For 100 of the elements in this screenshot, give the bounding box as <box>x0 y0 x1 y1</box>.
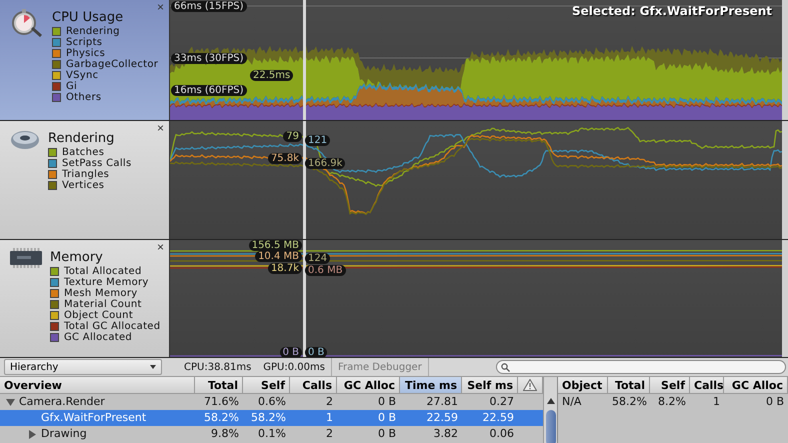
column-header[interactable]: Total <box>195 377 243 394</box>
function-name: Camera.Render <box>19 394 105 410</box>
scrollbar-thumb[interactable] <box>546 410 556 443</box>
table-cell-text: 0 B <box>376 394 397 410</box>
column-header[interactable]: Total <box>608 377 650 394</box>
legend-label: Vertices <box>62 180 104 191</box>
legend-swatch[interactable] <box>52 60 61 69</box>
chart-value-label: 79 <box>283 131 302 142</box>
gpu-time-label: GPU:0.00ms <box>262 362 326 372</box>
legend-swatch[interactable] <box>48 170 57 179</box>
table-cell: 1 <box>290 410 337 426</box>
collapsed-caret-icon[interactable] <box>28 430 37 438</box>
table-cell-text: 0 B <box>376 426 397 442</box>
table-cell-text: 1 <box>712 394 721 410</box>
close-button[interactable]: × <box>156 121 164 135</box>
scroll-up-icon[interactable] <box>546 398 554 404</box>
table-cell-text: 0 B <box>764 394 785 410</box>
warning-icon[interactable] <box>523 379 537 391</box>
legend-label: Object Count <box>64 310 134 321</box>
table-cell-text: 58.2% <box>611 394 648 410</box>
stopwatch-icon <box>10 8 44 38</box>
profiler-module-panel[interactable]: CPU Usage Rendering Scripts Physics GarbageCollector VSync Gi Others × <box>0 0 170 120</box>
legend-swatch[interactable] <box>50 267 59 276</box>
close-button[interactable]: × <box>156 240 164 254</box>
legend-label: GarbageCollector <box>66 59 158 70</box>
legend-swatch[interactable] <box>52 82 61 91</box>
table-cell-text: 9.8% <box>210 426 240 442</box>
legend-label: SetPass Calls <box>62 158 132 169</box>
chart-value-label: 66ms (15FPS) <box>171 1 247 12</box>
caret-icon <box>150 365 156 369</box>
legend-label: Scripts <box>66 37 102 48</box>
legend-label: Total Allocated <box>64 266 142 277</box>
legend-swatch[interactable] <box>52 27 61 36</box>
legend-swatch[interactable] <box>52 71 61 80</box>
chart-value-label: 75.8k <box>268 153 302 164</box>
legend-swatch[interactable] <box>50 300 59 309</box>
legend-label: Gi <box>66 81 78 92</box>
profiler-module-panel[interactable]: Memory Total Allocated Texture Memory Mesh Memory Material Count Object Count Total GC Allocated GC Allocated × <box>0 240 170 357</box>
legend-label: Mesh Memory <box>64 288 138 299</box>
frame-cursor-line[interactable] <box>303 240 306 357</box>
module-title: Memory <box>50 250 104 265</box>
column-header[interactable]: Object <box>558 377 608 394</box>
module-title: Rendering <box>48 131 116 146</box>
table-cell-text: 2 <box>325 426 334 442</box>
legend-label: VSync <box>66 70 98 81</box>
chart-value-label: 18.7k <box>268 263 302 274</box>
legend-swatch[interactable] <box>48 148 57 157</box>
table-cell: 22.59 <box>462 410 543 426</box>
column-header[interactable]: Calls <box>690 377 724 394</box>
torus-icon <box>10 129 40 151</box>
tree-row[interactable]: Drawing <box>0 426 195 442</box>
legend-swatch[interactable] <box>52 49 61 58</box>
chip-icon <box>10 248 42 268</box>
legend-label: Total GC Allocated <box>64 321 160 332</box>
column-header[interactable]: Time ms <box>400 377 462 394</box>
column-header[interactable]: Overview <box>0 377 195 394</box>
module-title: CPU Usage <box>52 10 124 25</box>
legend-swatch[interactable] <box>50 278 59 287</box>
column-header[interactable]: GC Alloc <box>724 377 788 394</box>
legend-swatch[interactable] <box>52 38 61 47</box>
legend-swatch[interactable] <box>48 181 57 190</box>
selected-sample-label: Selected: Gfx.WaitForPresent <box>572 4 772 18</box>
column-header[interactable]: Self ms <box>462 377 518 394</box>
chart-value-label: 121 <box>305 135 330 146</box>
chart-value-label: 10.4 MB <box>255 251 302 262</box>
legend-label: Others <box>66 92 102 103</box>
expanded-caret-icon[interactable] <box>6 398 15 406</box>
chart-value-label: 156.5 MB <box>248 240 302 251</box>
search-icon <box>501 362 510 372</box>
legend-label: Batches <box>62 147 104 158</box>
table-cell-text: 8.2% <box>657 394 687 410</box>
column-header[interactable]: Calls <box>290 377 337 394</box>
frame-cursor-line[interactable] <box>303 121 306 239</box>
table-cell-text: 0.06 <box>488 426 515 442</box>
search-field[interactable] <box>496 360 786 374</box>
chart-value-label: 0.6 MB <box>305 265 346 276</box>
legend-label: Rendering <box>66 26 120 37</box>
chart-value-label: 16ms (60FPS) <box>171 85 247 96</box>
legend-label: Material Count <box>64 299 142 310</box>
legend-swatch[interactable] <box>50 333 59 342</box>
legend-swatch[interactable] <box>48 159 57 168</box>
column-header[interactable]: GC Alloc <box>337 377 400 394</box>
legend-swatch[interactable] <box>50 311 59 320</box>
close-button[interactable]: × <box>156 0 164 14</box>
legend-swatch[interactable] <box>52 93 61 102</box>
table-cell-text: 0.27 <box>488 394 515 410</box>
column-header[interactable]: Self <box>243 377 290 394</box>
chart-value-label: 22.5ms <box>250 70 294 81</box>
column-header[interactable]: Self <box>650 377 690 394</box>
table-cell-text: 27.81 <box>426 394 459 410</box>
table-cell-text: 0.6% <box>257 394 287 410</box>
tree-row[interactable]: Gfx.WaitForPresent <box>0 410 195 426</box>
table-cell-text: N/A <box>561 394 582 410</box>
view-dropdown[interactable]: Hierarchy <box>4 359 162 375</box>
table-cell: 58.2% <box>243 410 290 426</box>
legend-swatch[interactable] <box>50 322 59 331</box>
legend-swatch[interactable] <box>50 289 59 298</box>
chart-value-label: 0 B <box>280 347 302 357</box>
profiler-module-panel[interactable]: Rendering Batches SetPass Calls Triangles Vertices × <box>0 121 170 239</box>
tree-row[interactable]: Camera.Render <box>0 394 195 410</box>
